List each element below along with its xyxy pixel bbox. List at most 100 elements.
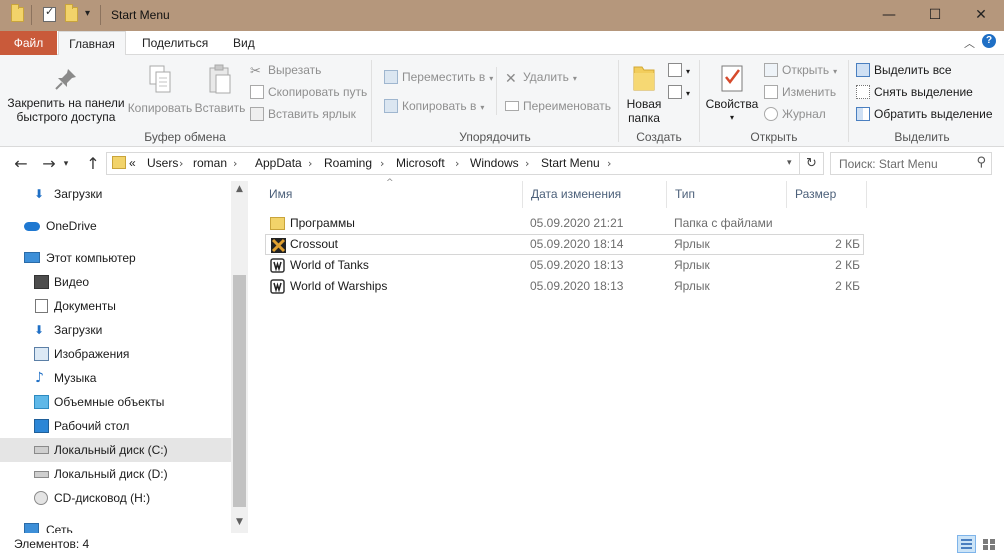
copy-to-button[interactable]: Копировать в ▾ xyxy=(384,97,484,115)
new-folder-qat-icon[interactable] xyxy=(65,4,78,22)
crumb-roaming[interactable]: Roaming xyxy=(324,153,372,174)
crumb-microsoft[interactable]: Microsoft xyxy=(396,153,445,174)
title-bar: ▾ Start Menu — ☐ ✕ xyxy=(0,0,1004,31)
properties-qat-icon[interactable] xyxy=(43,5,56,22)
column-header-date[interactable]: Дата изменения xyxy=(523,181,667,208)
column-header-type[interactable]: Тип xyxy=(667,181,787,208)
scroll-up-icon[interactable]: ▲ xyxy=(231,184,248,194)
address-bar[interactable]: « Users › roman › AppData › Roaming › Mi… xyxy=(106,152,800,175)
crumb-roman[interactable]: roman xyxy=(193,153,227,174)
nav-item-onedrive[interactable]: OneDrive xyxy=(0,214,231,238)
tab-share[interactable]: Поделиться xyxy=(132,31,218,55)
new-item-button[interactable]: ▾ xyxy=(668,61,690,79)
window-title: Start Menu xyxy=(111,8,170,22)
nav-item-3d-objects[interactable]: Объемные объекты xyxy=(0,390,231,414)
copy-to-icon xyxy=(384,98,398,113)
nav-item-local-disk-d[interactable]: Локальный диск (D:) xyxy=(0,462,231,486)
copy-button[interactable]: Копировать xyxy=(126,63,194,115)
file-row[interactable]: Crossout 05.09.2020 18:14 Ярлык 2 КБ xyxy=(265,234,864,255)
history-button[interactable]: Журнал xyxy=(764,105,826,123)
nav-item-network[interactable]: Сеть xyxy=(0,518,231,533)
nav-item-local-disk-c[interactable]: Локальный диск (C:) xyxy=(0,438,231,462)
nav-item-this-pc[interactable]: Этот компьютер xyxy=(0,246,231,270)
cut-button[interactable]: ✂ Вырезать xyxy=(250,61,321,79)
address-overflow[interactable]: « xyxy=(129,153,136,174)
crumb-separator-icon[interactable]: › xyxy=(233,153,237,174)
nav-item-downloads-quick[interactable]: ⬇ Загрузки xyxy=(0,182,231,206)
pin-quick-access-button[interactable]: Закрепить на панели быстрого доступа xyxy=(4,66,128,124)
minimize-button[interactable]: — xyxy=(866,0,912,31)
maximize-button[interactable]: ☐ xyxy=(912,0,958,31)
delete-icon: ✕ xyxy=(505,70,517,87)
file-row[interactable]: Программы 05.09.2020 21:21 Папка с файла… xyxy=(265,213,864,234)
chevron-down-icon: ▾ xyxy=(686,89,691,98)
refresh-button[interactable]: ↻ xyxy=(800,152,824,175)
new-folder-button[interactable]: Новая папка xyxy=(622,63,666,125)
up-button[interactable]: ↑ xyxy=(82,153,104,175)
address-history-icon[interactable]: ▾ xyxy=(787,153,792,174)
search-icon[interactable]: ⚲ xyxy=(976,155,986,170)
rename-button[interactable]: Переименовать xyxy=(505,97,611,115)
crumb-separator-icon[interactable]: › xyxy=(380,153,384,174)
recent-locations-icon[interactable]: ▾ xyxy=(60,153,72,175)
nav-item-desktop[interactable]: Рабочий стол xyxy=(0,414,231,438)
easy-access-button[interactable]: ▾ xyxy=(668,83,690,101)
collapse-ribbon-icon[interactable]: ︿ xyxy=(964,35,975,51)
pictures-icon xyxy=(34,347,49,361)
tab-file[interactable]: Файл xyxy=(0,31,57,55)
paste-shortcut-button[interactable]: Вставить ярлык xyxy=(250,105,356,123)
help-icon[interactable]: ? xyxy=(982,34,996,48)
file-name: Crossout xyxy=(290,237,339,251)
cd-icon xyxy=(34,491,48,505)
crumb-separator-icon[interactable]: › xyxy=(525,153,529,174)
navigation-pane: ⬇ Загрузки OneDrive Этот компьютер Видео… xyxy=(0,181,248,533)
chevron-down-icon: ▾ xyxy=(489,74,494,83)
close-button[interactable]: ✕ xyxy=(958,0,1004,31)
tab-view[interactable]: Вид xyxy=(223,31,265,55)
nav-item-documents[interactable]: Документы xyxy=(0,294,231,318)
open-button[interactable]: Открыть ▾ xyxy=(764,61,837,79)
edit-button[interactable]: Изменить xyxy=(764,83,836,101)
file-type: Ярлык xyxy=(674,279,710,293)
crumb-windows[interactable]: Windows xyxy=(470,153,519,174)
scroll-down-icon[interactable]: ▼ xyxy=(231,517,248,527)
invert-selection-button[interactable]: Обратить выделение xyxy=(856,105,993,123)
crumb-start-menu[interactable]: Start Menu xyxy=(541,153,600,174)
nav-item-downloads[interactable]: ⬇ Загрузки xyxy=(0,318,231,342)
properties-button[interactable]: Свойства ▾ xyxy=(704,63,760,125)
nav-item-pictures[interactable]: Изображения xyxy=(0,342,231,366)
crumb-separator-icon[interactable]: › xyxy=(455,153,459,174)
back-button[interactable]: ← xyxy=(10,153,32,175)
group-label-organize: Упорядочить xyxy=(459,130,531,144)
select-none-button[interactable]: Снять выделение xyxy=(856,83,973,101)
select-all-button[interactable]: Выделить все xyxy=(856,61,952,79)
copy-path-button[interactable]: Скопировать путь xyxy=(250,83,367,101)
crumb-appdata[interactable]: AppData xyxy=(255,153,302,174)
crumb-separator-icon[interactable]: › xyxy=(179,153,183,174)
crumb-separator-icon[interactable]: › xyxy=(607,153,611,174)
file-row[interactable]: World of Warships 05.09.2020 18:13 Ярлык… xyxy=(265,276,864,297)
column-header-name[interactable]: Имя xyxy=(261,181,523,208)
qat-dropdown-icon[interactable]: ▾ xyxy=(85,8,90,19)
paste-button[interactable]: Вставить xyxy=(194,63,246,115)
move-to-button[interactable]: Переместить в ▾ xyxy=(384,68,493,86)
history-icon xyxy=(764,106,778,121)
details-view-button[interactable] xyxy=(957,535,976,553)
folder-icon xyxy=(112,156,126,169)
forward-button[interactable]: → xyxy=(38,153,60,175)
nav-item-music[interactable]: ♪ Музыка xyxy=(0,366,231,390)
tab-home[interactable]: Главная xyxy=(58,31,126,56)
column-header-size[interactable]: Размер xyxy=(787,181,867,208)
scrollbar-thumb[interactable] xyxy=(233,275,246,507)
crumb-users[interactable]: Users xyxy=(147,153,178,174)
nav-item-videos[interactable]: Видео xyxy=(0,270,231,294)
file-row[interactable]: World of Tanks 05.09.2020 18:13 Ярлык 2 … xyxy=(265,255,864,276)
search-box[interactable]: ⚲ xyxy=(830,152,992,175)
large-icons-view-button[interactable] xyxy=(979,535,998,553)
cube-icon xyxy=(34,395,49,409)
nav-scrollbar[interactable]: ▲ ▼ xyxy=(231,181,248,533)
search-input[interactable] xyxy=(831,153,971,174)
nav-item-cd-drive[interactable]: CD-дисковод (H:) xyxy=(0,486,231,510)
delete-button[interactable]: ✕ Удалить ▾ xyxy=(505,68,577,87)
crumb-separator-icon[interactable]: › xyxy=(308,153,312,174)
